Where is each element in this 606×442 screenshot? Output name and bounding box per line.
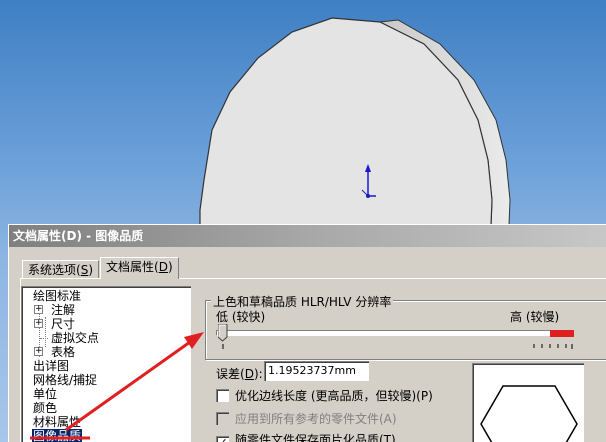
tree-item-grid-snap[interactable]: 网格线/捕捉 <box>32 373 98 387</box>
quality-slider-red-mark <box>550 330 574 337</box>
error-label: 误差(D): <box>216 367 263 381</box>
tree-item-tables[interactable]: + 表格 <box>22 345 76 359</box>
tree-item-dimensions[interactable]: + 尺寸 <box>22 317 76 331</box>
hexagon-preview-icon <box>480 385 578 442</box>
checkbox-box[interactable] <box>216 412 229 425</box>
tree-item-annotations[interactable]: + 注解 <box>22 303 76 317</box>
quality-slider-thumb[interactable] <box>218 324 228 342</box>
tree-item-image-quality[interactable]: 图像品质 <box>32 429 83 442</box>
tree-item-virtual-sharps[interactable]: 虚拟交点 <box>22 331 100 345</box>
tab-document-properties[interactable]: 文档属性(D) <box>100 257 179 279</box>
deviation-input[interactable]: 1.19523737mm <box>264 361 369 381</box>
save-tessellation-checkbox[interactable]: ✓随零件文件保存面片化品质(T) <box>216 433 396 442</box>
tree-item-material-properties[interactable]: 材料属性 <box>32 415 82 429</box>
apply-to-referenced-parts-checkbox[interactable]: 应用到所有参考的零件文件(A) <box>216 412 397 428</box>
tree-item-detailing[interactable]: 出详图 <box>32 359 70 373</box>
slider-low-label: 低 (较快) <box>216 310 266 324</box>
checkbox-box[interactable] <box>216 389 229 402</box>
expand-plus-icon[interactable]: + <box>34 347 43 356</box>
tab-system-options[interactable]: 系统选项(S) <box>22 260 99 278</box>
checkbox-box[interactable]: ✓ <box>216 436 229 442</box>
expand-plus-icon[interactable]: + <box>34 319 43 328</box>
properties-tree[interactable]: 绘图标准 + 注解 + 尺寸 虚拟交点 + 表格 出详图 网格线/捕捉 单位 颜… <box>21 286 191 442</box>
tree-item-drafting-standard[interactable]: 绘图标准 <box>32 289 82 303</box>
optimize-edge-length-checkbox[interactable]: 优化边线长度 (更高品质，但较慢)(P) <box>216 389 433 405</box>
expand-plus-icon[interactable]: + <box>34 305 43 314</box>
slider-ticks <box>222 344 573 349</box>
dialog-title: 文档属性(D) - 图像品质 <box>13 229 144 243</box>
quality-slider-track[interactable] <box>216 330 574 336</box>
slider-high-label: 高 (较慢) <box>510 310 560 324</box>
dialog-titlebar[interactable]: 文档属性(D) - 图像品质 <box>9 225 606 247</box>
tree-item-colors[interactable]: 颜色 <box>32 401 58 415</box>
tree-item-units[interactable]: 单位 <box>32 387 58 401</box>
quality-preview <box>472 363 584 442</box>
